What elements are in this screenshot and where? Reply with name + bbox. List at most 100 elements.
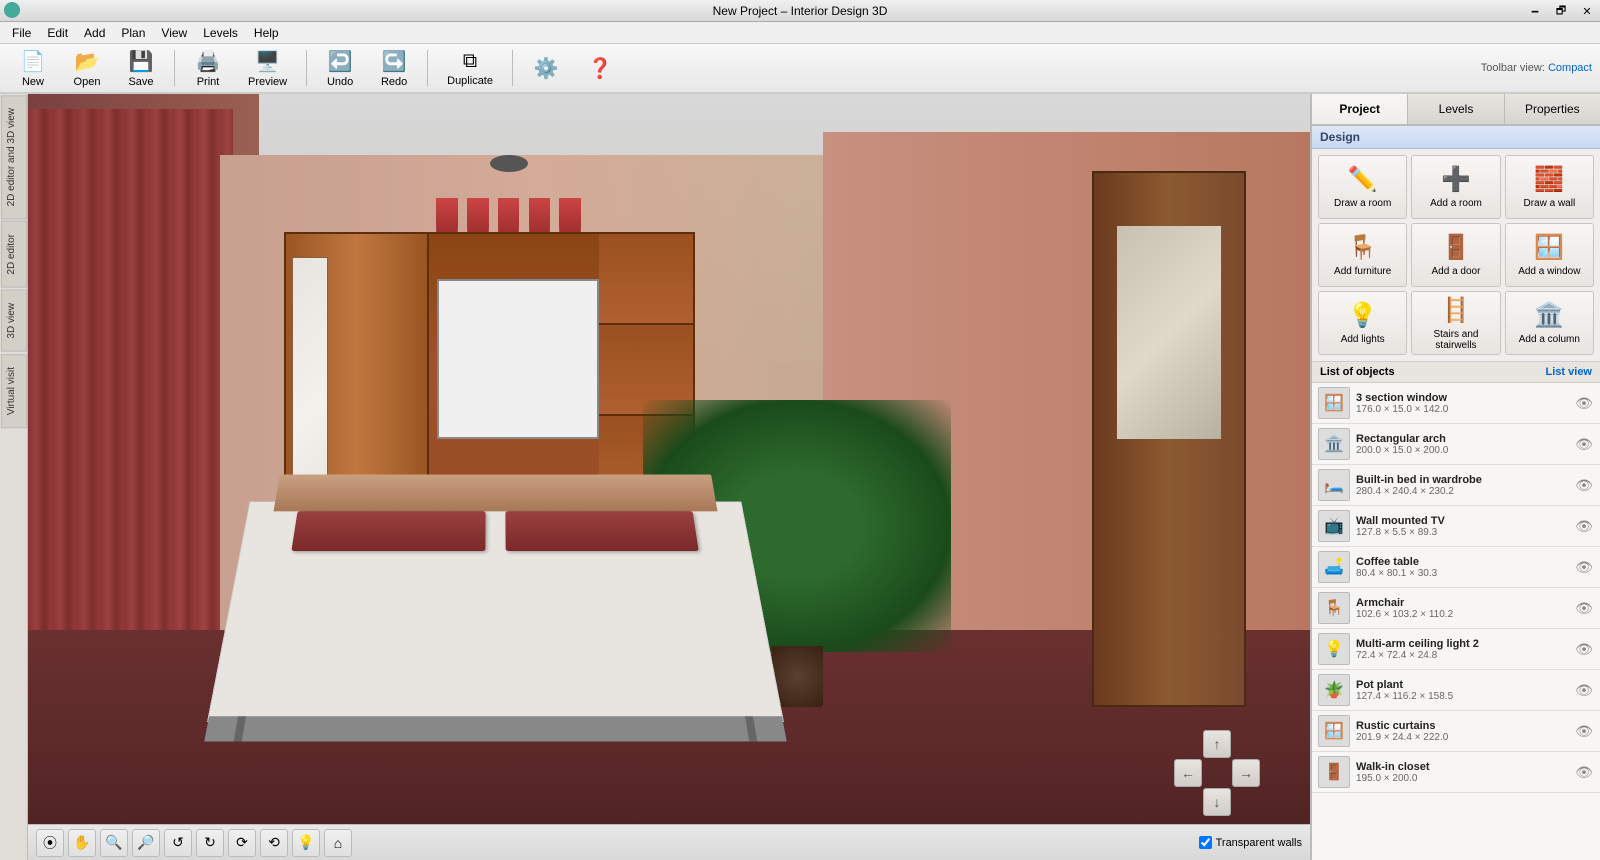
view-tab-2d3d[interactable]: 2D editor and 3D view <box>1 95 27 219</box>
object-visibility-toggle[interactable]: 👁 <box>1574 434 1594 454</box>
undo-button[interactable]: ↩️ Undo <box>315 44 365 93</box>
add-window-button[interactable]: 🪟 Add a window <box>1505 223 1594 287</box>
list-objects-title: List of objects <box>1320 366 1395 378</box>
list-item[interactable]: 🪟 Rustic curtains 201.9 × 24.4 × 222.0 👁 <box>1312 711 1600 752</box>
menu-levels[interactable]: Levels <box>195 24 246 42</box>
stairs-button[interactable]: 🪜 Stairs and stairwells <box>1411 291 1500 355</box>
door <box>1092 171 1246 707</box>
list-item[interactable]: 🏛️ Rectangular arch 200.0 × 15.0 × 200.0… <box>1312 424 1600 465</box>
add-column-button[interactable]: 🏛️ Add a column <box>1505 291 1594 355</box>
list-item[interactable]: 🪴 Pot plant 127.4 × 116.2 × 158.5 👁 <box>1312 670 1600 711</box>
tab-properties[interactable]: Properties <box>1505 94 1600 124</box>
bottom-bar: ⦿ ✋ 🔍 🔎 ↺ ↻ ⟳ ⟲ 💡 ⌂ Transparent walls <box>28 824 1310 860</box>
preview-icon: 🖥️ <box>255 49 280 74</box>
menu-help[interactable]: Help <box>246 24 287 42</box>
preview-label: Preview <box>248 76 287 88</box>
bed-headboard <box>274 475 718 512</box>
nav-down-button[interactable]: ↓ <box>1203 788 1231 816</box>
list-item[interactable]: 🪑 Armchair 102.6 × 103.2 × 110.2 👁 <box>1312 588 1600 629</box>
draw-wall-button[interactable]: 🧱 Draw a wall <box>1505 155 1594 219</box>
open-button[interactable]: 📂 Open <box>62 44 112 93</box>
tab-levels[interactable]: Levels <box>1408 94 1504 124</box>
orbit-button[interactable]: ⟳ <box>228 829 256 857</box>
nav-up-button[interactable]: ↑ <box>1203 730 1231 758</box>
settings-button[interactable]: ⚙️ <box>521 51 571 86</box>
add-lights-label: Add lights <box>1341 334 1385 345</box>
object-visibility-toggle[interactable]: 👁 <box>1574 475 1594 495</box>
object-info: Walk-in closet 195.0 × 200.0 <box>1356 761 1568 784</box>
object-visibility-toggle[interactable]: 👁 <box>1574 516 1594 536</box>
light-toggle-button[interactable]: 💡 <box>292 829 320 857</box>
object-visibility-toggle[interactable]: 👁 <box>1574 721 1594 741</box>
list-item[interactable]: 🚪 Walk-in closet 195.0 × 200.0 👁 <box>1312 752 1600 793</box>
menu-plan[interactable]: Plan <box>113 24 153 42</box>
design-section-header: Design <box>1312 126 1600 149</box>
redo-label: Redo <box>381 76 407 88</box>
object-visibility-toggle[interactable]: 👁 <box>1574 639 1594 659</box>
tab-project[interactable]: Project <box>1312 94 1408 124</box>
menu-add[interactable]: Add <box>76 24 113 42</box>
add-door-button[interactable]: 🚪 Add a door <box>1411 223 1500 287</box>
duplicate-button[interactable]: ⧉ Duplicate <box>436 45 504 92</box>
spin-button[interactable]: ⟲ <box>260 829 288 857</box>
view-tab-virtual[interactable]: Virtual visit <box>1 354 27 428</box>
list-item[interactable]: 🛋️ Coffee table 80.4 × 80.1 × 30.3 👁 <box>1312 547 1600 588</box>
rotate-left-button[interactable]: ↺ <box>164 829 192 857</box>
view-tab-2d[interactable]: 2D editor <box>1 221 27 288</box>
menu-view[interactable]: View <box>153 24 195 42</box>
add-lights-button[interactable]: 💡 Add lights <box>1318 291 1407 355</box>
add-window-icon: 🪟 <box>1534 233 1564 262</box>
shelf-1 <box>599 234 692 325</box>
home-button[interactable]: ⌂ <box>324 829 352 857</box>
nav-left-button[interactable]: ← <box>1174 759 1202 787</box>
maximize-button[interactable]: 🗗 <box>1548 0 1574 22</box>
objects-list[interactable]: 🪟 3 section window 176.0 × 15.0 × 142.0 … <box>1312 383 1600 860</box>
list-view-button[interactable]: List view <box>1546 366 1592 378</box>
pan-button[interactable]: ✋ <box>68 829 96 857</box>
toolbar-view-link[interactable]: Compact <box>1548 62 1592 74</box>
list-item[interactable]: 🛏️ Built-in bed in wardrobe 280.4 × 240.… <box>1312 465 1600 506</box>
zoom-in-button[interactable]: 🔎 <box>132 829 160 857</box>
nav-right-button[interactable]: → <box>1232 759 1260 787</box>
view-tab-3d[interactable]: 3D view <box>1 290 27 352</box>
object-icon: 💡 <box>1318 633 1350 665</box>
add-room-button[interactable]: ➕ Add a room <box>1411 155 1500 219</box>
menu-edit[interactable]: Edit <box>39 24 76 42</box>
object-dims: 102.6 × 103.2 × 110.2 <box>1356 609 1568 620</box>
save-button[interactable]: 💾 Save <box>116 44 166 93</box>
viewport[interactable]: ↑ ← → ↓ ⦿ ✋ 🔍 🔎 ↺ ↻ ⟳ ⟲ 💡 ⌂ Tr <box>28 94 1310 860</box>
object-name: Walk-in closet <box>1356 761 1568 773</box>
app-icon <box>4 2 20 18</box>
close-button[interactable]: ✕ <box>1574 0 1600 22</box>
object-info: Coffee table 80.4 × 80.1 × 30.3 <box>1356 556 1568 579</box>
new-button[interactable]: 📄 New <box>8 44 58 93</box>
help-button[interactable]: ❓ <box>575 51 625 86</box>
object-visibility-toggle[interactable]: 👁 <box>1574 557 1594 577</box>
toolbar-view-prefix: Toolbar view: <box>1481 62 1545 74</box>
vr-button[interactable]: ⦿ <box>36 829 64 857</box>
list-item[interactable]: 📺 Wall mounted TV 127.8 × 5.5 × 89.3 👁 <box>1312 506 1600 547</box>
object-visibility-toggle[interactable]: 👁 <box>1574 762 1594 782</box>
object-name: Rustic curtains <box>1356 720 1568 732</box>
transparent-walls-checkbox[interactable] <box>1199 836 1212 849</box>
rotate-right-button[interactable]: ↻ <box>196 829 224 857</box>
object-visibility-toggle[interactable]: 👁 <box>1574 680 1594 700</box>
object-visibility-toggle[interactable]: 👁 <box>1574 598 1594 618</box>
print-button[interactable]: 🖨️ Print <box>183 44 233 93</box>
draw-room-button[interactable]: ✏️ Draw a room <box>1318 155 1407 219</box>
redo-icon: ↪️ <box>382 49 407 74</box>
zoom-out-button[interactable]: 🔍 <box>100 829 128 857</box>
list-item[interactable]: 🪟 3 section window 176.0 × 15.0 × 142.0 … <box>1312 383 1600 424</box>
redo-button[interactable]: ↪️ Redo <box>369 44 419 93</box>
list-item[interactable]: 💡 Multi-arm ceiling light 2 72.4 × 72.4 … <box>1312 629 1600 670</box>
object-dims: 80.4 × 80.1 × 30.3 <box>1356 568 1568 579</box>
menu-file[interactable]: File <box>4 24 39 42</box>
draw-room-icon: ✏️ <box>1348 165 1378 194</box>
object-info: Wall mounted TV 127.8 × 5.5 × 89.3 <box>1356 515 1568 538</box>
add-door-label: Add a door <box>1432 266 1481 277</box>
add-furniture-button[interactable]: 🪑 Add furniture <box>1318 223 1407 287</box>
object-visibility-toggle[interactable]: 👁 <box>1574 393 1594 413</box>
minimize-button[interactable]: 🗕 <box>1522 0 1548 22</box>
preview-button[interactable]: 🖥️ Preview <box>237 44 298 93</box>
object-dims: 280.4 × 240.4 × 230.2 <box>1356 486 1568 497</box>
